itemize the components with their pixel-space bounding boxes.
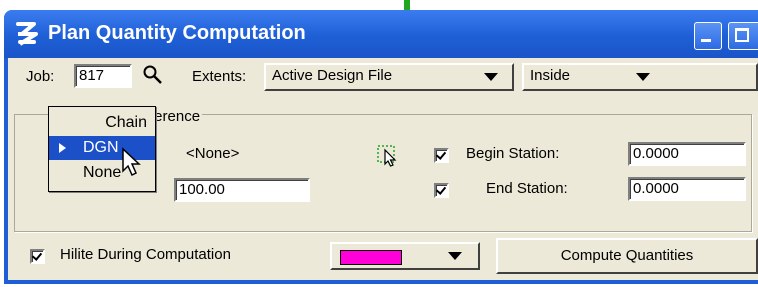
- extents-scope-dropdown[interactable]: Active Design File: [264, 63, 514, 91]
- element-select-icon[interactable]: [376, 142, 402, 168]
- dialog-window: Plan Quantity Computation Job: 817 Exten…: [4, 10, 758, 284]
- job-input[interactable]: 817: [74, 64, 132, 88]
- end-station-label: End Station:: [486, 180, 568, 197]
- begin-station-label: Begin Station:: [466, 145, 560, 162]
- extents-mode-dropdown[interactable]: Inside: [522, 63, 758, 91]
- chevron-down-icon: [448, 252, 462, 260]
- mouse-cursor-icon: [122, 147, 141, 177]
- maximize-icon: [735, 28, 749, 42]
- selected-arrow-icon: [59, 143, 66, 153]
- hilite-label: Hilite During Computation: [60, 246, 231, 263]
- hilite-color-dropdown[interactable]: [330, 242, 480, 270]
- end-station-input[interactable]: 0.0000: [628, 177, 746, 201]
- window-title: Plan Quantity Computation: [48, 22, 306, 44]
- chevron-down-icon: [484, 73, 498, 81]
- minimize-button[interactable]: [694, 22, 722, 50]
- extents-mode-value: Inside: [530, 67, 571, 84]
- offset-input[interactable]: 100.00: [174, 178, 310, 202]
- chevron-down-icon: [636, 73, 650, 81]
- app-logo-icon: [16, 22, 38, 46]
- minimize-icon: [701, 39, 711, 42]
- end-station-checkbox[interactable]: [434, 183, 449, 198]
- title-bar[interactable]: Plan Quantity Computation: [4, 10, 758, 58]
- menu-item-dgn-label: DGN: [83, 139, 119, 156]
- reference-type-menu: Chain DGN None: [48, 106, 156, 192]
- maximize-button[interactable]: [728, 22, 758, 50]
- extents-scope-value: Active Design File: [272, 67, 393, 84]
- begin-station-checkbox[interactable]: [434, 148, 449, 163]
- groupbox-label: ference: [148, 108, 203, 125]
- color-swatch: [340, 250, 402, 265]
- menu-item-chain[interactable]: Chain: [49, 111, 155, 135]
- search-icon[interactable]: [142, 64, 164, 86]
- job-label: Job:: [26, 68, 55, 85]
- hilite-checkbox[interactable]: [30, 249, 45, 264]
- extents-label: Extents:: [192, 68, 247, 85]
- reference-value: <None>: [186, 145, 240, 162]
- begin-station-input[interactable]: 0.0000: [628, 142, 746, 166]
- compute-quantities-button[interactable]: Compute Quantities: [496, 238, 758, 274]
